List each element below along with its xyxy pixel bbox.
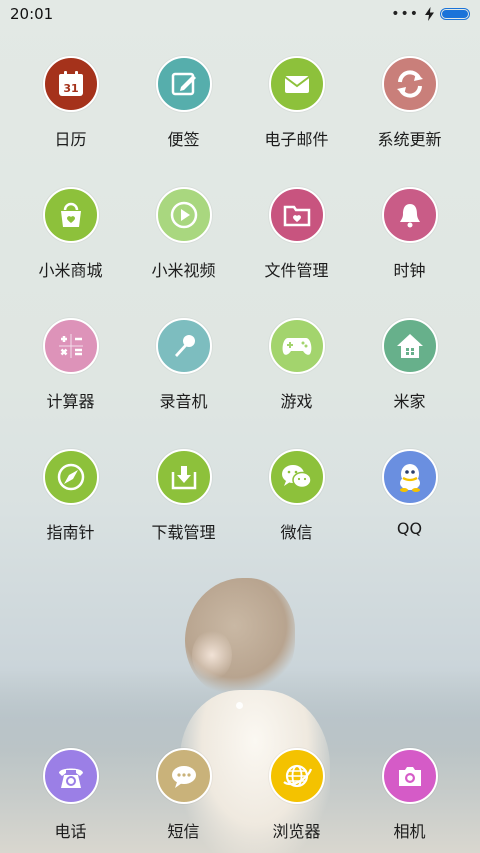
app-label: 浏览器: [272, 822, 321, 841]
phone-icon: [42, 748, 99, 804]
app-compass[interactable]: 指南针: [14, 449, 127, 559]
more-dots-icon: •••: [391, 6, 419, 22]
app-label: 电子邮件: [264, 130, 329, 149]
notes-icon: [155, 56, 212, 112]
mail-icon: [268, 56, 325, 112]
app-mi-video[interactable]: 小米视频: [127, 187, 240, 297]
app-label: 录音机: [159, 392, 208, 411]
app-label: 电话: [54, 822, 87, 841]
compass-icon: [42, 449, 99, 505]
app-label: 米家: [393, 392, 426, 411]
home-icon: [381, 318, 438, 374]
app-label: 日历: [54, 130, 87, 149]
calendar-icon: 31: [42, 56, 99, 112]
app-calculator[interactable]: 计算器: [14, 318, 127, 428]
gamepad-icon: [268, 318, 325, 374]
app-label: 系统更新: [377, 130, 442, 149]
app-recorder[interactable]: 录音机: [127, 318, 240, 428]
app-label: 短信: [167, 822, 200, 841]
app-label: QQ: [396, 519, 423, 538]
dock-browser[interactable]: 浏览器: [240, 748, 353, 853]
app-games[interactable]: 游戏: [240, 318, 353, 428]
app-label: 文件管理: [264, 261, 329, 280]
folder-icon: [268, 187, 325, 243]
charging-bolt-icon: [425, 7, 434, 21]
app-notes[interactable]: 便签: [127, 56, 240, 166]
app-label: 便签: [167, 130, 200, 149]
app-mi-home[interactable]: 米家: [353, 318, 466, 428]
camera-icon: [381, 748, 438, 804]
message-icon: [155, 748, 212, 804]
app-clock[interactable]: 时钟: [353, 187, 466, 297]
app-file-manager[interactable]: 文件管理: [240, 187, 353, 297]
update-icon: [381, 56, 438, 112]
dock-camera[interactable]: 相机: [353, 748, 466, 853]
microphone-icon: [155, 318, 212, 374]
download-icon: [155, 449, 212, 505]
app-label: 计算器: [46, 392, 95, 411]
status-bar: 20:01 •••: [0, 0, 480, 28]
shop-bag-icon: [42, 187, 99, 243]
bell-icon: [381, 187, 438, 243]
app-email[interactable]: 电子邮件: [240, 56, 353, 166]
app-wechat[interactable]: 微信: [240, 449, 353, 559]
wechat-icon: [268, 449, 325, 505]
dock-phone[interactable]: 电话: [14, 748, 127, 853]
app-label: 小米视频: [151, 261, 216, 280]
app-label: 游戏: [280, 392, 313, 411]
app-label: 下载管理: [151, 523, 216, 542]
app-label: 时钟: [393, 261, 426, 280]
page-indicator-dot: [236, 702, 243, 709]
app-download-manager[interactable]: 下载管理: [127, 449, 240, 559]
app-grid: 31 日历 便签 电子邮件 系统更新 小米商城 小米视频 文件管理 时钟 计算器…: [14, 56, 466, 559]
browser-globe-icon: [268, 748, 325, 804]
dock-messages[interactable]: 短信: [127, 748, 240, 853]
app-calendar[interactable]: 31 日历: [14, 56, 127, 166]
app-qq[interactable]: QQ: [353, 449, 466, 559]
app-mi-store[interactable]: 小米商城: [14, 187, 127, 297]
app-label: 指南针: [46, 523, 95, 542]
calendar-badge: 31: [63, 82, 78, 95]
battery-icon: [440, 8, 470, 20]
qq-icon: [381, 449, 438, 505]
status-icons: •••: [391, 7, 470, 21]
dock: 电话 短信 浏览器 相机: [14, 748, 466, 853]
app-system-update[interactable]: 系统更新: [353, 56, 466, 166]
status-time: 20:01: [10, 5, 54, 23]
app-label: 小米商城: [38, 261, 103, 280]
app-label: 微信: [280, 523, 313, 542]
calculator-icon: [42, 318, 99, 374]
video-play-icon: [155, 187, 212, 243]
app-label: 相机: [393, 822, 426, 841]
